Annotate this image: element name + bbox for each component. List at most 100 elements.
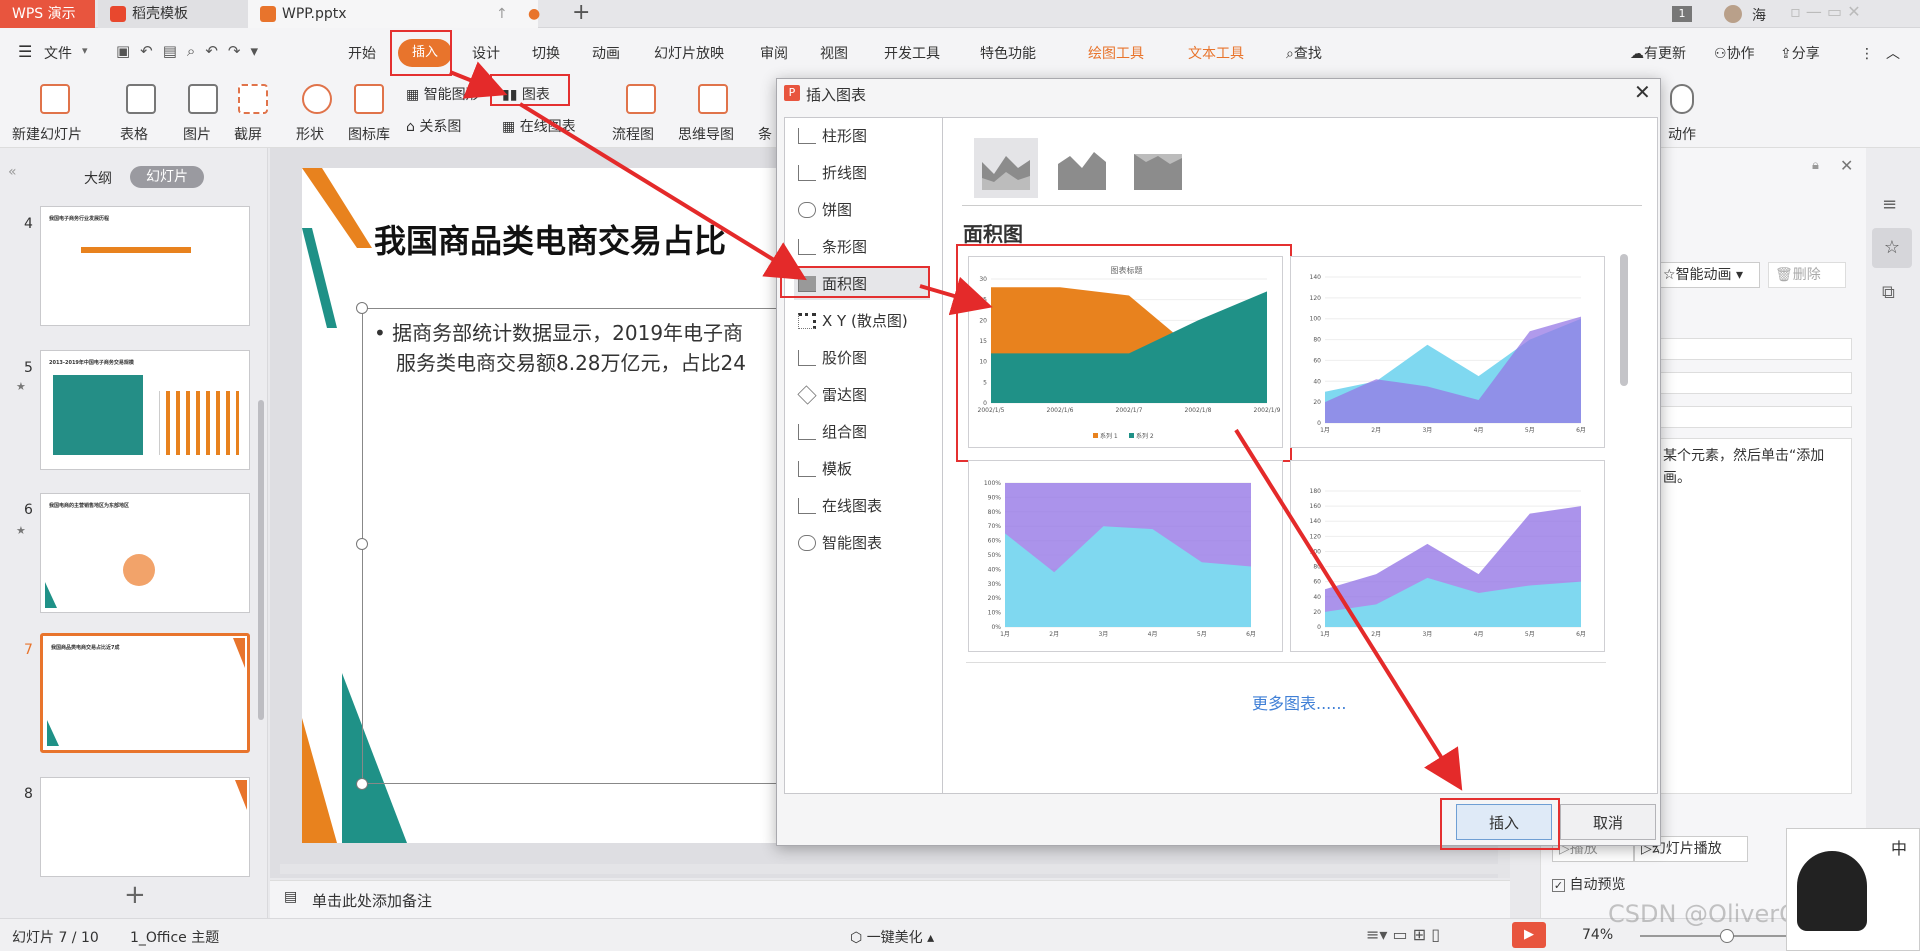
subtype-area-selected[interactable] [974,138,1038,198]
preview-scrollbar[interactable] [1620,254,1628,386]
category-bar[interactable]: 条形图 [794,231,930,263]
dialog-close-icon[interactable]: ✕ [1634,80,1651,104]
slide-thumbnail-6[interactable]: 我国电商的主营销售地区为东部地区 [40,493,250,613]
new-slide-icon[interactable] [40,84,70,114]
shape-icon[interactable] [302,84,332,114]
menu-features[interactable]: 特色功能 [980,44,1036,64]
picture-icon[interactable] [188,84,218,114]
menu-text-tools[interactable]: 文本工具 [1188,44,1244,64]
new-tab-button[interactable]: + [572,0,590,26]
anim-dropdown-1[interactable] [1660,338,1852,360]
mouse-icon[interactable] [1670,84,1694,114]
upload-icon[interactable]: ↑ [496,0,508,28]
search-button[interactable]: ⌕查找 [1286,44,1322,64]
horizontal-scrollbar[interactable] [280,864,1500,874]
tab-outline[interactable]: 大纲 [84,168,112,188]
menu-drawing-tools[interactable]: 绘图工具 [1088,44,1144,64]
area-preview-2[interactable]: 140 120 100 80 60 40 20 0 1月 2月 3月 4月 5月 6月 [1290,256,1605,448]
resize-handle[interactable] [356,538,368,550]
quick-access-icons[interactable]: ▣↶▤⌕↶↷▾ [116,42,268,60]
delete-button[interactable]: 🗑︎删除 [1768,262,1846,288]
area-preview-4[interactable]: 180 160 140 120 100 80 60 40 20 0 1月 2月 3月 4月 5月 6月 [1290,460,1605,652]
subtype-percent-area[interactable] [1126,138,1190,198]
properties-icon[interactable]: ≡ [1882,194,1897,215]
notes-area[interactable]: ▤ 单击此处添加备注 [270,880,1510,918]
play-slideshow-button[interactable]: ▶ [1512,922,1546,948]
ribbon-shape[interactable]: 形状 [296,124,324,144]
category-column[interactable]: 柱形图 [794,120,930,152]
zoom-slider-thumb[interactable] [1720,929,1734,943]
menu-devtools[interactable]: 开发工具 [884,44,940,64]
icon-library-icon[interactable] [354,84,384,114]
slide-title[interactable]: 我国商品类电商交易占比 [374,216,726,262]
menu-transition[interactable]: 切换 [532,44,560,64]
resize-handle[interactable] [356,302,368,314]
avatar[interactable] [1724,5,1742,23]
zoom-level[interactable]: 74% [1582,927,1613,943]
panel-scrollbar[interactable] [258,400,264,720]
tab-slides[interactable]: 幻灯片 [130,166,204,188]
bullet-text[interactable]: • 据商务部统计数据显示，2019年电子商 服务类电商交易额8.28万亿元，占比… [374,318,746,378]
category-pie[interactable]: 饼图 [794,194,930,226]
menu-view[interactable]: 视图 [820,44,848,64]
category-radar[interactable]: 雷达图 [794,379,930,411]
view-mode-icons[interactable]: ≡▾ ▭ ⊞ ▯ [1366,925,1440,944]
beautify-button[interactable]: ⬡ 一键美化 ▴ [850,927,934,947]
slide-thumbnail-5[interactable]: 2013-2019年中国电子商务交易规模 [40,350,250,470]
slide-thumbnail-4[interactable]: 我国电子商务行业发展历程 [40,206,250,326]
tab-template[interactable]: 稻壳模板 [98,0,248,28]
table-icon[interactable] [126,84,156,114]
menu-design[interactable]: 设计 [472,44,500,64]
menu-animation[interactable]: 动画 [592,44,620,64]
ribbon-action[interactable]: 动作 [1668,124,1696,144]
category-template[interactable]: 模板 [794,453,930,485]
ribbon-relation[interactable]: ⌂ 关系图 [406,116,461,136]
cancel-button[interactable]: 取消 [1560,804,1656,840]
ribbon-online-chart[interactable]: ▦ 在线图表 [502,116,576,136]
ribbon-flowchart[interactable]: 流程图 [612,124,654,144]
screenshot-icon[interactable] [238,84,268,114]
slide-thumbnail-7-selected[interactable]: 我国商品类电商交易占比近7成 [40,633,250,753]
update-button[interactable]: ☁有更新 [1630,44,1686,64]
ime-mode[interactable]: 中 [1891,835,1907,859]
theme-name[interactable]: 1_Office 主题 [130,927,219,947]
collapse-ribbon-icon[interactable]: ︿ [1886,44,1900,64]
subtype-stacked-area[interactable] [1050,138,1114,198]
category-online[interactable]: 在线图表 [794,490,930,522]
hamburger-icon[interactable]: ☰ [18,42,32,61]
ribbon-icon-library[interactable]: 图标库 [348,124,390,144]
more-icon[interactable]: ⋮ [1860,44,1874,64]
add-slide-button[interactable]: + [124,880,146,910]
category-stock[interactable]: 股价图 [794,342,930,374]
ribbon-new-slide[interactable]: 新建幻灯片 [12,124,82,144]
collab-button[interactable]: ⚇协作 [1714,44,1755,64]
ribbon-table[interactable]: 表格 [120,124,148,144]
ribbon-mindmap[interactable]: 思维导图 [678,124,734,144]
smart-animation-button[interactable]: ☆智能动画 ▾ [1656,262,1760,288]
animation-star-icon[interactable]: ☆ [1872,228,1912,268]
transition-icon[interactable]: ⧉ [1882,282,1895,303]
category-smart[interactable]: 智能图表 [794,527,930,559]
auto-preview-checkbox[interactable]: ✓ 自动预览 [1552,874,1625,894]
share-button[interactable]: ⇪分享 [1780,44,1820,64]
mindmap-icon[interactable] [698,84,728,114]
anim-dropdown-3[interactable] [1660,406,1852,428]
flowchart-icon[interactable] [626,84,656,114]
collapse-panel-icon[interactable]: « [8,164,17,180]
category-scatter[interactable]: X Y (散点图) [794,305,930,337]
ribbon-screenshot[interactable]: 截屏 [234,124,262,144]
ribbon-more[interactable]: 条 [758,124,772,144]
category-combo[interactable]: 组合图 [794,416,930,448]
lock-icon[interactable]: 🔒︎ [1812,158,1819,173]
more-charts-link[interactable]: 更多图表...... [1252,690,1347,714]
app-tab[interactable]: WPS 演示 [0,0,95,28]
area-preview-3[interactable]: 100% 90% 80% 70% 60% 50% 40% 30% 20% 10% 0% 1月 2月 3月 4… [968,460,1283,652]
tab-document[interactable]: WPP.pptx ↑ ● [248,0,540,28]
menu-review[interactable]: 审阅 [760,44,788,64]
window-controls[interactable]: ▫ — ▭ ✕ [1790,2,1861,21]
chevron-down-icon[interactable]: ▾ [82,44,88,57]
menu-file[interactable]: 文件 [44,44,72,64]
animation-list[interactable]: 某个元素，然后单击“添加 画。 [1650,438,1852,794]
resize-handle[interactable] [356,778,368,790]
close-icon[interactable]: ✕ [1840,156,1853,175]
